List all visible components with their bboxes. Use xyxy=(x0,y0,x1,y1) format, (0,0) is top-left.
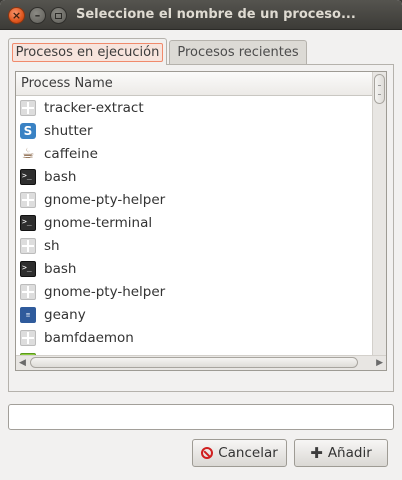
scroll-right-arrow-icon[interactable]: ▶ xyxy=(376,356,383,370)
table-row[interactable]: Sshutter xyxy=(16,119,372,142)
generic-app-icon xyxy=(20,237,36,254)
table-row[interactable]: >_ bash xyxy=(16,257,372,280)
generic-app-icon xyxy=(20,283,36,300)
geany-icon: ≡ xyxy=(20,306,36,323)
tab-panel: Process Name tracker-extract Sshutter ☕ caf… xyxy=(8,64,394,392)
terminal-icon: >_ xyxy=(20,260,36,277)
cancel-button-label: Cancelar xyxy=(218,445,278,461)
process-picker-dialog: × – Seleccione el nombre de un proceso..… xyxy=(0,0,402,480)
vertical-scrollbar[interactable] xyxy=(372,72,386,356)
horizontal-scrollbar[interactable]: ◀ ▶ xyxy=(16,355,386,370)
process-name: geany xyxy=(44,306,86,323)
table-row[interactable]: bamfdaemon xyxy=(16,326,372,349)
table-row[interactable]: sh xyxy=(16,234,372,257)
shutter-icon: S xyxy=(20,122,36,139)
generic-app-icon xyxy=(20,329,36,346)
tab-recent-processes[interactable]: Procesos recientes xyxy=(169,40,307,64)
vertical-scrollbar-thumb[interactable] xyxy=(374,74,385,104)
maximize-window-button[interactable] xyxy=(50,7,67,24)
generic-app-icon xyxy=(20,191,36,208)
tab-running-processes-label: Procesos en ejecución xyxy=(11,42,164,62)
column-header-process-name[interactable]: Process Name xyxy=(16,72,372,96)
process-name: sh xyxy=(44,237,60,254)
table-row[interactable]: ≡ geany xyxy=(16,303,372,326)
table-row[interactable]: >_ gnome-terminal xyxy=(16,211,372,234)
cancel-button[interactable]: Cancelar xyxy=(192,439,287,467)
tab-running-processes[interactable]: Procesos en ejecución xyxy=(8,38,167,65)
process-name: shutter xyxy=(44,122,93,139)
process-name: gnome-pty-helper xyxy=(44,191,166,208)
process-name: bamfdaemon xyxy=(44,329,134,346)
title-bar: × – Seleccione el nombre de un proceso..… xyxy=(0,0,402,30)
process-name: bash xyxy=(44,168,77,185)
process-name: gnome-pty-helper xyxy=(44,283,166,300)
table-row[interactable]: gnome-pty-helper xyxy=(16,280,372,303)
table-row[interactable]: tracker-extract xyxy=(16,96,372,119)
table-row[interactable]: >_ bash xyxy=(16,165,372,188)
close-window-button[interactable]: × xyxy=(8,7,25,24)
horizontal-scrollbar-thumb[interactable] xyxy=(30,357,358,368)
terminal-icon: >_ xyxy=(20,168,36,185)
tab-recent-processes-label: Procesos recientes xyxy=(177,45,299,60)
cancel-icon xyxy=(201,447,214,459)
window-title: Seleccione el nombre de un proceso... xyxy=(76,7,356,22)
process-list: Process Name tracker-extract Sshutter ☕ caf… xyxy=(15,71,387,371)
maximize-icon xyxy=(55,12,62,19)
generic-app-icon xyxy=(20,99,36,116)
table-row[interactable]: gnome-pty-helper xyxy=(16,188,372,211)
process-name-input[interactable] xyxy=(8,404,394,430)
process-name: tracker-extract xyxy=(44,99,144,116)
process-name: bash xyxy=(44,260,77,277)
process-rows: tracker-extract Sshutter ☕ caffeine >_ bash gn… xyxy=(16,96,372,370)
plus-icon: ✚ xyxy=(310,444,323,462)
add-button[interactable]: ✚ Añadir xyxy=(294,439,388,467)
add-button-label: Añadir xyxy=(327,445,372,461)
minimize-window-button[interactable]: – xyxy=(29,7,46,24)
process-name: gnome-terminal xyxy=(44,214,153,231)
minimize-icon: – xyxy=(34,9,41,22)
scroll-left-arrow-icon[interactable]: ◀ xyxy=(19,356,26,370)
coffee-cup-icon: ☕ xyxy=(21,145,35,162)
close-icon: × xyxy=(11,9,22,22)
process-name: caffeine xyxy=(44,145,98,162)
table-row[interactable]: ☕ caffeine xyxy=(16,142,372,165)
terminal-icon: >_ xyxy=(20,214,36,231)
